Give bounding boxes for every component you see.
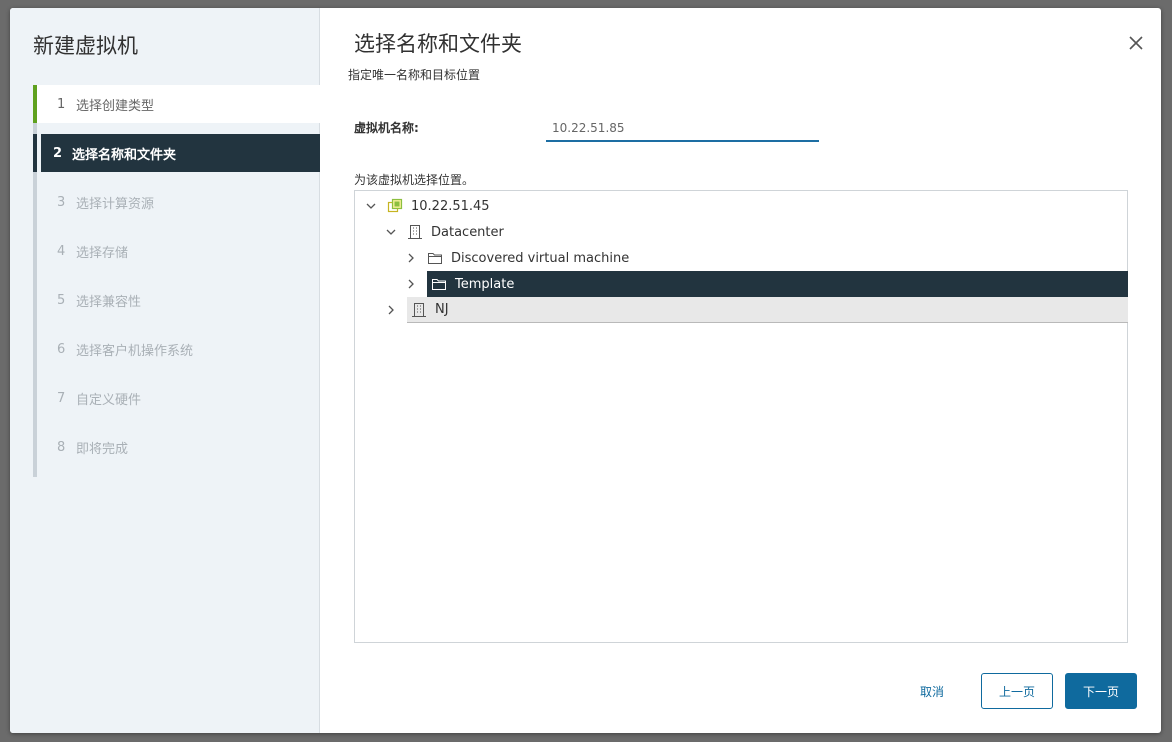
chevron-right-icon[interactable] <box>405 252 417 264</box>
vm-name-label: 虚拟机名称: <box>354 121 419 135</box>
tree-node-folder-template-row[interactable]: Template <box>405 271 1128 297</box>
step-select-storage: 4 选择存储 <box>37 232 320 270</box>
tree-node-label: Template <box>455 276 515 292</box>
chevron-right-icon[interactable] <box>385 304 397 316</box>
tree-node-label: NJ <box>435 302 449 317</box>
folder-icon <box>428 253 442 264</box>
location-tree[interactable]: 10.22.51.45 Datacenter Discovered virtua… <box>354 190 1128 643</box>
page-subtitle: 指定唯一名称和目标位置 <box>348 68 481 82</box>
tree-node-label: 10.22.51.45 <box>411 198 490 214</box>
tree-node-label: Discovered virtual machine <box>451 250 630 266</box>
datacenter-icon <box>412 302 426 317</box>
step-label: 自定义硬件 <box>76 392 142 408</box>
step-number: 1 <box>57 96 66 112</box>
tree-node-vcenter[interactable]: 10.22.51.45 <box>365 193 490 219</box>
step-select-name-folder[interactable]: 2 选择名称和文件夹 <box>33 134 320 172</box>
chevron-right-icon[interactable] <box>405 278 417 290</box>
step-label: 选择创建类型 <box>76 98 155 114</box>
step-label: 选择名称和文件夹 <box>72 147 177 163</box>
tree-node-datacenter-nj[interactable]: NJ <box>407 297 1128 323</box>
step-select-compute-resource: 3 选择计算资源 <box>37 183 320 221</box>
vm-name-input[interactable] <box>546 116 819 142</box>
step-select-creation-type[interactable]: 1 选择创建类型 <box>33 85 320 123</box>
step-number: 5 <box>57 292 66 308</box>
back-button[interactable]: 上一页 <box>981 673 1053 709</box>
wizard-nav: 新建虚拟机 1 选择创建类型 2 选择名称和文件夹 3 选择计算资源 4 选择存… <box>10 8 320 733</box>
close-icon[interactable] <box>1127 34 1145 52</box>
step-number: 4 <box>57 243 66 259</box>
step-number: 2 <box>53 145 63 161</box>
tree-node-nj-row[interactable]: NJ <box>385 297 1128 323</box>
cancel-button[interactable]: 取消 <box>905 673 959 709</box>
step-label: 选择客户机操作系统 <box>76 343 194 359</box>
page-title: 选择名称和文件夹 <box>354 32 522 56</box>
step-select-guest-os: 6 选择客户机操作系统 <box>37 330 320 368</box>
step-select-compatibility: 5 选择兼容性 <box>37 281 320 319</box>
step-label: 选择存储 <box>76 245 129 261</box>
step-label: 即将完成 <box>76 441 129 457</box>
step-label: 选择兼容性 <box>76 294 142 310</box>
new-vm-dialog: 新建虚拟机 1 选择创建类型 2 选择名称和文件夹 3 选择计算资源 4 选择存… <box>10 8 1161 733</box>
step-customize-hardware: 7 自定义硬件 <box>37 379 320 417</box>
wizard-title: 新建虚拟机 <box>33 34 138 58</box>
next-button[interactable]: 下一页 <box>1065 673 1137 709</box>
tree-node-folder-discovered[interactable]: Discovered virtual machine <box>405 245 629 271</box>
step-number: 6 <box>57 341 66 357</box>
datacenter-icon <box>408 225 422 239</box>
vcenter-icon <box>387 198 403 213</box>
wizard-content: 选择名称和文件夹 指定唯一名称和目标位置 虚拟机名称: 为该虚拟机选择位置。 1… <box>320 8 1161 733</box>
step-number: 7 <box>57 390 66 406</box>
step-number: 3 <box>57 194 66 210</box>
tree-node-label: Datacenter <box>431 224 504 240</box>
wizard-steps: 1 选择创建类型 2 选择名称和文件夹 3 选择计算资源 4 选择存储 5 选择… <box>33 85 320 477</box>
step-ready-to-complete: 8 即将完成 <box>37 428 320 466</box>
step-label: 选择计算资源 <box>76 196 155 212</box>
tree-node-folder-template[interactable]: Template <box>427 271 1128 297</box>
tree-node-datacenter[interactable]: Datacenter <box>385 219 504 245</box>
location-label: 为该虚拟机选择位置。 <box>354 173 475 187</box>
step-number: 8 <box>57 439 66 455</box>
chevron-down-icon[interactable] <box>385 226 397 238</box>
chevron-down-icon[interactable] <box>365 200 377 212</box>
folder-icon <box>432 279 446 290</box>
